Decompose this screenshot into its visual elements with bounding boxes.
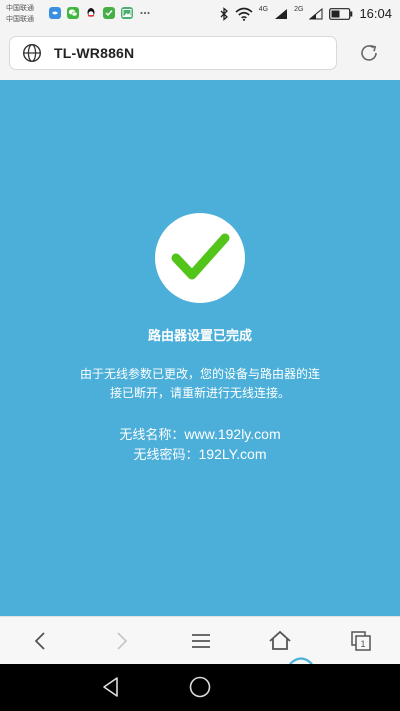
tabs-icon: 1 (351, 631, 371, 651)
forward-button[interactable] (107, 627, 135, 655)
globe-icon (22, 43, 42, 63)
nav-back-icon (103, 677, 118, 697)
success-message: 由于无线参数已更改，您的设备与路由器的连 接已断开，请重新进行无线连接。 (0, 365, 400, 403)
home-button[interactable] (266, 627, 294, 655)
alipay-icon (49, 7, 61, 19)
success-badge (155, 213, 245, 303)
password-row: 无线密码：192LY.com (0, 445, 400, 465)
checkmark-icon (171, 233, 230, 280)
menu-button[interactable] (187, 627, 215, 655)
carrier-label: 中国联通 (6, 15, 34, 23)
nav-back-button[interactable] (99, 675, 123, 699)
signal-icon (309, 7, 323, 19)
navigation-bar (0, 664, 400, 711)
ssid-value: www.192ly.com (184, 426, 281, 442)
wechat-green-icon (103, 7, 115, 19)
screen: 中国联通 中国联通 4G 2G 16:04 TL-WR886N 路由器设置已完成… (0, 0, 400, 711)
success-title: 路由器设置已完成 (147, 329, 252, 344)
password-label: 无线密码： (133, 448, 199, 463)
network-type-label: 2G (294, 6, 304, 13)
tab-count: 1 (360, 639, 365, 649)
url-text: TL-WR886N (54, 45, 135, 61)
page-content: 路由器设置已完成 由于无线参数已更改，您的设备与路由器的连 接已断开，请重新进行… (0, 80, 400, 616)
bluetooth-icon (220, 6, 228, 21)
wifi-info: 无线名称：www.192ly.com 无线密码：192LY.com (0, 425, 400, 465)
back-icon (34, 632, 45, 650)
password-value: 192LY.com (198, 446, 267, 462)
notification-icons (49, 7, 151, 19)
tabs-button[interactable]: 1 (347, 627, 375, 655)
nav-home-button[interactable] (188, 675, 212, 699)
qq-icon (85, 7, 97, 19)
message-line: 由于无线参数已更改，您的设备与路由器的连 (79, 367, 320, 381)
back-button[interactable] (27, 627, 55, 655)
nav-home-icon (189, 676, 211, 698)
network-type-label: 4G (258, 6, 269, 13)
carrier-label: 中国联通 (6, 4, 34, 12)
address-bar: TL-WR886N (0, 28, 400, 80)
menu-icon (192, 634, 210, 648)
signal-icon (275, 8, 288, 19)
reload-icon[interactable] (358, 42, 380, 64)
status-right: 4G 2G 16:04 (219, 6, 392, 21)
clock: 16:04 (359, 6, 392, 21)
status-bar: 中国联通 中国联通 4G 2G 16:04 (0, 0, 400, 28)
ssid-label: 无线名称： (119, 428, 185, 443)
wechat-icon (67, 7, 79, 19)
url-field[interactable]: TL-WR886N (9, 36, 337, 70)
ssid-row: 无线名称：www.192ly.com (0, 425, 400, 445)
wifi-icon (235, 7, 253, 21)
image-icon (121, 7, 133, 19)
message-line: 接已断开，请重新进行无线连接。 (109, 386, 290, 400)
browser-toolbar: 1 (0, 616, 400, 664)
battery-icon (329, 7, 353, 20)
forward-icon (117, 632, 128, 650)
more-icon (139, 7, 151, 19)
home-icon (269, 630, 291, 650)
